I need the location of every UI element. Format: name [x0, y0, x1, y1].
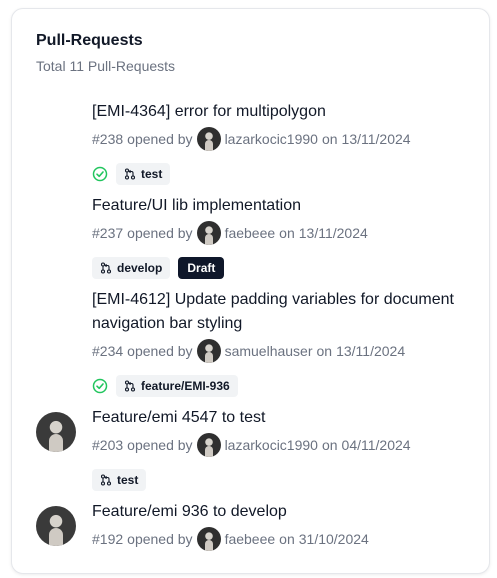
pr-number: #238: [92, 131, 124, 147]
pr-author[interactable]: faebeee: [225, 221, 276, 245]
pr-author[interactable]: lazarkocic1990: [225, 433, 318, 457]
pr-meta: #234 opened by samuelhauser on 13/11/202…: [92, 339, 405, 363]
pr-opened-by: opened by: [127, 437, 193, 453]
pr-date: 04/11/2024: [341, 437, 411, 453]
pr-date: 31/10/2024: [298, 531, 369, 547]
pr-meta: #238 opened by lazarkocic1990 on 13/11/2…: [92, 127, 411, 151]
branch-name: test: [117, 473, 139, 487]
pr-opened-by: opened by: [127, 343, 193, 359]
branch-badge[interactable]: test: [116, 163, 171, 185]
pr-number: #237: [92, 225, 124, 241]
author-avatar: [196, 339, 221, 363]
branch-badge[interactable]: test: [92, 469, 147, 491]
pr-tags: test: [92, 469, 147, 491]
git-branch-icon: [124, 168, 136, 180]
pr-meta: #192 opened by faebeee on 31/10/2024: [92, 527, 369, 551]
pr-meta: #203 opened by lazarkocic1990 on 04/11/2…: [92, 433, 411, 457]
branch-name: feature/EMI-936: [141, 379, 230, 393]
check-circle-icon: [92, 166, 108, 182]
pr-opened-by: opened by: [127, 131, 193, 147]
author-avatar: [196, 221, 221, 245]
pr-title[interactable]: Feature/emi 4547 to test: [92, 406, 472, 430]
branch-name: test: [141, 167, 163, 181]
pr-opened-by: opened by: [127, 531, 193, 547]
pr-opened-by: opened by: [127, 225, 193, 241]
pr-on: on: [321, 437, 338, 453]
pr-number: #234: [92, 343, 124, 359]
pr-date: 13/11/2024: [341, 131, 411, 147]
git-branch-icon: [100, 262, 112, 274]
card-subtitle: Total 11 Pull-Requests: [36, 58, 176, 74]
pr-author[interactable]: samuelhauser: [225, 339, 313, 363]
author-avatar: [196, 433, 221, 457]
git-branch-icon: [124, 380, 136, 392]
pr-title[interactable]: [EMI-4364] error for multipolygon: [92, 100, 472, 124]
author-avatar-large: [36, 506, 76, 546]
card-title: Pull-Requests: [36, 32, 143, 49]
pr-tags: test: [92, 163, 171, 185]
pr-title[interactable]: Feature/UI lib implementation: [92, 194, 472, 218]
pr-on: on: [279, 225, 295, 241]
branch-badge[interactable]: develop: [92, 257, 171, 279]
author-avatar: [196, 127, 221, 151]
git-branch-icon: [100, 474, 112, 486]
pr-title[interactable]: Feature/emi 936 to develop: [92, 500, 472, 524]
author-avatar-large: [36, 412, 76, 452]
pr-author[interactable]: lazarkocic1990: [225, 127, 318, 151]
pr-on: on: [316, 343, 333, 359]
pr-tags: develop Draft: [92, 257, 225, 279]
check-circle-icon: [92, 378, 108, 394]
pr-meta: #237 opened by faebeee on 13/11/2024: [92, 221, 368, 245]
pr-author[interactable]: faebeee: [225, 527, 276, 551]
pr-number: #192: [92, 531, 124, 547]
branch-name: develop: [117, 261, 163, 275]
pr-on: on: [321, 131, 338, 147]
author-avatar: [196, 527, 221, 551]
pr-tags: feature/EMI-936: [92, 375, 238, 397]
draft-badge: Draft: [178, 257, 225, 279]
pr-on: on: [279, 531, 295, 547]
pr-date: 13/11/2024: [336, 343, 406, 359]
pull-requests-card: Pull-Requests Total 11 Pull-Requests [EM…: [11, 8, 490, 574]
pr-date: 13/11/2024: [298, 225, 368, 241]
branch-badge[interactable]: feature/EMI-936: [116, 375, 238, 397]
pr-title[interactable]: [EMI-4612] Update padding variables for …: [92, 288, 472, 336]
pr-number: #203: [92, 437, 124, 453]
